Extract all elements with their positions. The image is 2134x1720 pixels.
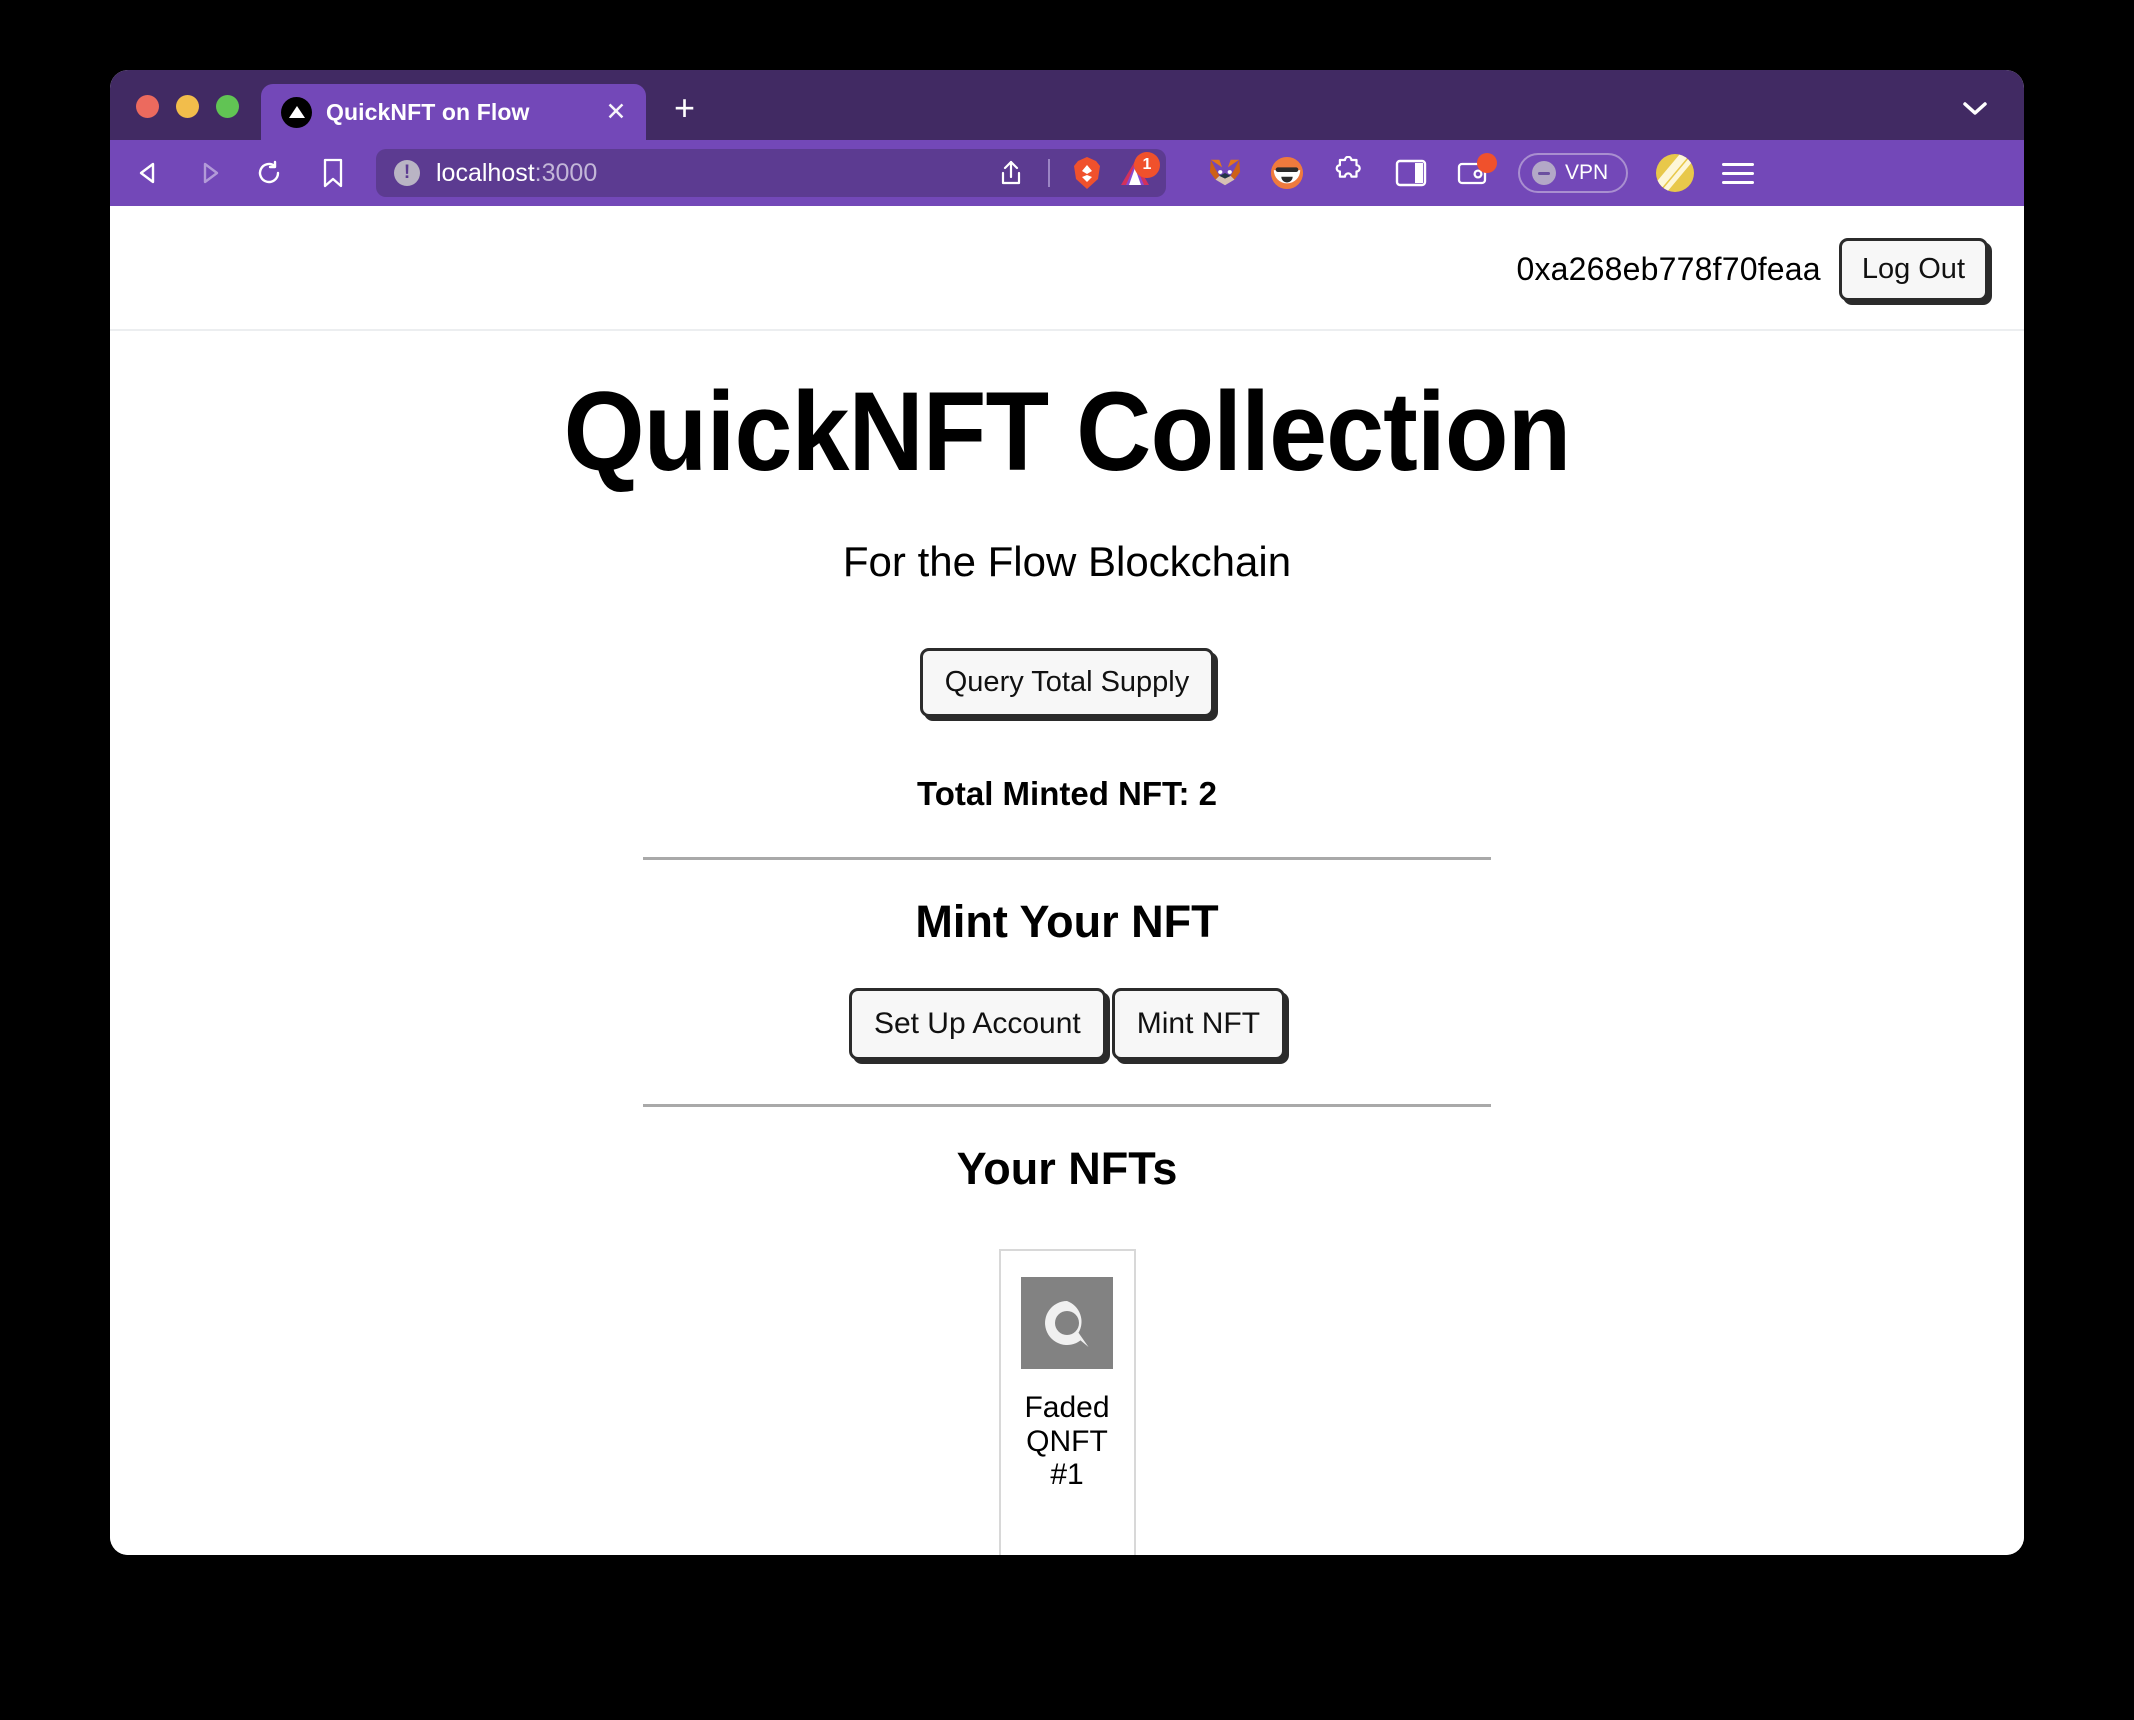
quicknft-q-logo (1021, 1277, 1113, 1369)
site-info-icon[interactable]: ! (394, 160, 420, 186)
url-host: localhost (436, 158, 535, 187)
mint-section-heading: Mint Your NFT (915, 896, 1219, 947)
account-address: 0xa268eb778f70feaa (1516, 251, 1821, 287)
mint-nft-button[interactable]: Mint NFT (1111, 988, 1286, 1060)
metamask-fox-icon[interactable] (1208, 156, 1242, 190)
tab-strip: QuickNFT on Flow ✕ + (110, 70, 2024, 140)
nft-name: Faded QNFT #1 (1024, 1391, 1110, 1492)
new-tab-button[interactable]: + (674, 90, 695, 126)
traffic-lights (110, 95, 261, 140)
address-bar[interactable]: ! localhost:3000 1 (376, 149, 1166, 197)
page-content: 0xa268eb778f70feaa Log Out QuickNFT Coll… (110, 206, 2024, 1555)
mint-actions: Set Up Account Mint NFT (110, 988, 2024, 1060)
total-minted-label: Total Minted NFT: 2 (916, 775, 1218, 812)
navigation-buttons (132, 156, 286, 190)
bookmark-icon[interactable] (316, 156, 350, 190)
close-icon[interactable]: ✕ (602, 99, 630, 125)
query-row: Query Total Supply (110, 586, 2024, 717)
chevron-down-icon[interactable] (1960, 99, 1990, 122)
minimize-window-button[interactable] (176, 95, 199, 118)
triangle-favicon (281, 96, 312, 128)
collection-heading: Your NFTs (956, 1143, 1178, 1194)
forward-arrow-icon[interactable] (192, 156, 226, 190)
sidebar-panel-icon[interactable] (1394, 156, 1428, 190)
extensions-puzzle-icon[interactable] (1332, 156, 1366, 190)
url-port: :3000 (534, 158, 598, 187)
url-text: localhost:3000 (436, 159, 994, 188)
wallet-notification-dot (1477, 153, 1497, 173)
nft-card[interactable]: Faded QNFT #1 (998, 1249, 1136, 1555)
rewards-badge: 1 (1134, 152, 1160, 178)
page-title: QuickNFT Collection (563, 369, 1572, 494)
blocto-cat-icon[interactable] (1270, 156, 1304, 190)
hamburger-menu-icon[interactable] (1722, 162, 1755, 184)
logout-button[interactable]: Log Out (1838, 238, 1988, 301)
maximize-window-button[interactable] (216, 95, 239, 118)
browser-tab[interactable]: QuickNFT on Flow ✕ (261, 84, 646, 140)
tab-title: QuickNFT on Flow (326, 98, 530, 125)
reload-icon[interactable] (252, 156, 286, 190)
account-bar: 0xa268eb778f70feaa Log Out (110, 206, 2024, 331)
back-arrow-icon[interactable] (132, 156, 166, 190)
query-total-supply-button[interactable]: Query Total Supply (919, 648, 1215, 717)
close-window-button[interactable] (136, 95, 159, 118)
toolbar-divider (1048, 159, 1050, 187)
page-subtitle: For the Flow Blockchain (842, 538, 1292, 585)
divider-top (643, 857, 1491, 860)
nft-grid: Faded QNFT #1 (110, 1249, 2024, 1555)
vpn-shield-icon (1532, 161, 1556, 185)
brave-rewards-triangle-icon[interactable]: 1 (1118, 152, 1160, 190)
address-bar-actions: 1 (994, 152, 1160, 190)
browser-window: QuickNFT on Flow ✕ + ! localhost:3000 1 … (110, 70, 2024, 1555)
set-up-account-button[interactable]: Set Up Account (848, 988, 1106, 1060)
brave-lion-icon[interactable] (1070, 156, 1104, 190)
vpn-label: VPN (1565, 161, 1609, 184)
share-icon[interactable] (994, 156, 1028, 190)
vpn-toggle[interactable]: VPN (1518, 153, 1629, 193)
profile-avatar[interactable] (1656, 154, 1695, 192)
browser-toolbar: ! localhost:3000 1 VPN (110, 140, 2024, 206)
extension-icons: VPN (1208, 153, 1755, 193)
divider-bottom (643, 1104, 1491, 1107)
brave-wallet-icon[interactable] (1456, 153, 1497, 190)
